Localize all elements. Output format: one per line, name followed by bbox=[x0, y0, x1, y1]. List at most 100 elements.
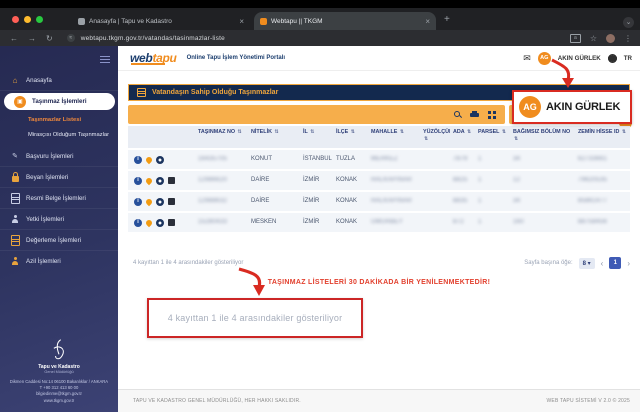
table-row[interactable]: i 16435705 KONUT İSTANBUL TUZLA MERKEZ 7… bbox=[128, 150, 630, 169]
language-selector[interactable]: TR bbox=[624, 55, 632, 62]
page-number-button[interactable]: 1 bbox=[609, 257, 621, 269]
sidebar-subitem-mirascisi-oldugum[interactable]: Mirasçısı Olduğum Taşınmazlar bbox=[0, 127, 118, 142]
building-detail-icon[interactable] bbox=[168, 219, 175, 226]
map-pin-icon[interactable] bbox=[145, 218, 153, 226]
translate-icon[interactable]: a bbox=[570, 34, 581, 43]
globe-icon[interactable] bbox=[608, 54, 617, 63]
sort-icon[interactable]: ⇅ bbox=[467, 129, 471, 135]
bookmark-star-icon[interactable]: ☆ bbox=[590, 34, 597, 43]
person-icon bbox=[11, 257, 19, 266]
reload-icon[interactable]: ↻ bbox=[46, 34, 53, 43]
cell-il: İZMİR bbox=[300, 213, 333, 232]
sort-icon[interactable]: ⇅ bbox=[514, 136, 518, 142]
sort-icon[interactable]: ⇅ bbox=[351, 129, 355, 135]
sort-icon[interactable]: ⇅ bbox=[502, 129, 506, 135]
grid-view-icon[interactable] bbox=[488, 111, 496, 119]
building-icon: ▣ bbox=[14, 96, 26, 108]
column-header-zemin-hisse-id[interactable]: ZEMİN HİSSE ID ⇅ bbox=[575, 126, 630, 148]
sort-icon[interactable]: ⇅ bbox=[310, 129, 314, 135]
column-header-tasinmaz-no[interactable]: TAŞINMAZ NO ⇅ bbox=[195, 126, 248, 148]
building-detail-icon[interactable] bbox=[168, 198, 175, 205]
column-header-il[interactable]: İL ⇅ bbox=[300, 126, 333, 148]
messages-envelope-icon[interactable]: ✉ bbox=[523, 53, 531, 64]
street-view-icon[interactable] bbox=[156, 219, 164, 227]
back-icon[interactable]: ← bbox=[10, 34, 18, 43]
map-pin-icon[interactable] bbox=[145, 197, 153, 205]
map-pin-icon[interactable] bbox=[145, 176, 153, 184]
sidebar: ⌂ Anasayfa ▣ Taşınmaz İşlemleri Taşınmaz… bbox=[0, 46, 118, 412]
building-detail-icon[interactable] bbox=[168, 177, 175, 184]
tab-favicon bbox=[260, 18, 267, 25]
per-page-select[interactable]: 8 ▾ bbox=[579, 258, 595, 269]
sidebar-item-azil-islemleri[interactable]: Azil İşlemleri bbox=[0, 251, 118, 271]
home-icon: ⌂ bbox=[10, 75, 20, 85]
cell-ada: 8825 bbox=[453, 177, 468, 185]
browser-menu-icon[interactable]: ⋮ bbox=[624, 34, 632, 43]
close-tab-icon[interactable]: × bbox=[239, 17, 244, 26]
street-view-icon[interactable] bbox=[156, 156, 164, 164]
map-pin-icon[interactable] bbox=[145, 155, 153, 163]
info-icon[interactable]: i bbox=[134, 219, 142, 227]
footer-copyright: TAPU VE KADASTRO GENEL MÜDÜRLÜĞÜ, HER HA… bbox=[133, 398, 301, 404]
info-icon[interactable]: i bbox=[134, 198, 142, 206]
table-row[interactable]: i 12986620 DAİRE İZMİR KONAK HALKAPINAR … bbox=[128, 171, 630, 190]
sidebar-collapse-icon[interactable] bbox=[100, 56, 110, 64]
column-header-ilce[interactable]: İLÇE ⇅ bbox=[333, 126, 368, 148]
sidebar-subitem-label: Taşınmazlar Listesi bbox=[28, 117, 81, 123]
new-tab-button[interactable]: + bbox=[444, 15, 450, 25]
browser-tab-webtapu-active[interactable]: Webtapu || TKGM × bbox=[254, 12, 436, 30]
sidebar-item-label: Başvuru İşlemleri bbox=[26, 153, 73, 160]
user-avatar[interactable]: AG bbox=[538, 52, 551, 65]
sidebar-item-anasayfa[interactable]: ⌂ Anasayfa bbox=[0, 70, 118, 91]
info-icon[interactable]: i bbox=[134, 156, 142, 164]
browser-tab-anasayfa[interactable]: Anasayfa | Tapu ve Kadastro × bbox=[72, 12, 250, 30]
print-icon[interactable] bbox=[470, 111, 479, 119]
user-name[interactable]: AKIN GÜRLEK bbox=[558, 55, 601, 62]
sidebar-item-yetki-islemleri[interactable]: Yetki İşlemleri bbox=[0, 209, 118, 230]
table-row[interactable]: i 12988632 DAİRE İZMİR KONAK HALKAPINAR … bbox=[128, 192, 630, 211]
street-view-icon[interactable] bbox=[156, 198, 164, 206]
sort-icon[interactable]: ⇅ bbox=[424, 136, 428, 142]
search-icon[interactable] bbox=[454, 111, 461, 118]
cell-yuzolcum bbox=[420, 213, 450, 232]
sort-icon[interactable]: ⇅ bbox=[400, 129, 404, 135]
previous-page-icon[interactable]: ‹ bbox=[601, 259, 604, 268]
browser-profile-avatar[interactable] bbox=[606, 34, 615, 43]
tab-search-button[interactable]: ⌄ bbox=[623, 17, 634, 28]
column-header-bagimsiz-bolum-no[interactable]: BAĞIMSIZ BÖLÜM NO ⇅ bbox=[510, 126, 575, 148]
sidebar-item-beyan-islemleri[interactable]: Beyan İşlemleri bbox=[0, 167, 118, 188]
document-icon bbox=[11, 235, 20, 246]
sort-icon[interactable]: ⇅ bbox=[238, 129, 242, 135]
org-website[interactable]: www.tkgm.gov.tr bbox=[0, 398, 118, 404]
maximize-window-button[interactable] bbox=[36, 16, 43, 23]
table-row[interactable]: i 15280433 MESKEN İZMİR KONAK UMURBEY 87… bbox=[128, 213, 630, 232]
logo-underline bbox=[131, 63, 165, 65]
annotation-results-text: 4 kayıttan 1 ile 4 arasındakiler gösteri… bbox=[168, 313, 343, 323]
sort-icon[interactable]: ⇅ bbox=[274, 129, 278, 135]
cell-nitelik: KONUT bbox=[248, 150, 300, 169]
sidebar-subitem-tasinmazlar-listesi[interactable]: Taşınmazlar Listesi bbox=[0, 112, 118, 127]
sidebar-item-tasinmaz-islemleri[interactable]: ▣ Taşınmaz İşlemleri bbox=[4, 93, 115, 110]
column-header-mahalle[interactable]: MAHALLE ⇅ bbox=[368, 126, 420, 148]
minimize-window-button[interactable] bbox=[24, 16, 31, 23]
sidebar-item-degerleme-islemleri[interactable]: Değerleme İşlemleri bbox=[0, 230, 118, 251]
column-header-nitelik[interactable]: NİTELİK ⇅ bbox=[248, 126, 300, 148]
sidebar-item-basvuru-islemleri[interactable]: ✎ Başvuru İşlemleri bbox=[0, 146, 118, 167]
column-header-parsel[interactable]: PARSEL ⇅ bbox=[475, 126, 510, 148]
cell-ada: 7879 bbox=[453, 156, 468, 164]
forward-icon[interactable]: → bbox=[28, 34, 36, 43]
sort-icon[interactable]: ⇅ bbox=[622, 129, 626, 135]
next-page-icon[interactable]: › bbox=[627, 259, 630, 268]
close-tab-icon[interactable]: × bbox=[425, 17, 430, 26]
annotation-results-zoom-box: 4 kayıttan 1 ile 4 arasındakiler gösteri… bbox=[147, 298, 363, 338]
column-header-ada[interactable]: ADA ⇅ bbox=[450, 126, 475, 148]
cell-zemin-hisse-id: 79620535 bbox=[578, 177, 607, 185]
sidebar-item-resmi-belge-islemleri[interactable]: Resmi Belge İşlemleri bbox=[0, 188, 118, 209]
info-icon[interactable]: i bbox=[134, 177, 142, 185]
close-window-button[interactable] bbox=[12, 16, 19, 23]
site-info-icon[interactable]: ≈ bbox=[67, 34, 75, 42]
column-header-yuzolcum[interactable]: YÜZÖLÇÜM ⇅ bbox=[420, 126, 450, 148]
address-bar[interactable]: webtapu.tkgm.gov.tr/vatandas/tasinmazlar… bbox=[81, 35, 225, 42]
street-view-icon[interactable] bbox=[156, 177, 164, 185]
document-icon bbox=[11, 193, 20, 204]
